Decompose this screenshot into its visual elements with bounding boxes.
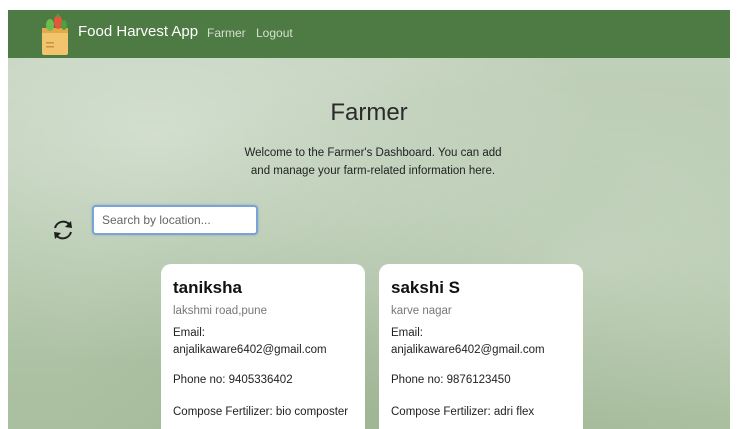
farmer-fertilizer: Compose Fertilizer: adri flex [391,406,535,418]
grocery-bag-icon [42,14,68,55]
nav-link-farmer[interactable]: Farmer [207,26,246,40]
farmer-email: anjalikaware6402@gmail.com [391,344,545,356]
farmer-name: taniksha [173,278,242,297]
farmer-location: lakshmi road,pune [173,305,267,317]
refresh-icon[interactable] [50,217,76,243]
farmer-phone: Phone no: 9405336402 [173,374,293,386]
page-title: Farmer [330,99,408,126]
email-label: Email: [173,327,205,339]
farmer-location: karve nagar [391,305,452,317]
farmer-card: taniksha lakshmi road,pune Email: anjali… [161,264,365,429]
farmer-phone: Phone no: 9876123450 [391,374,511,386]
navbar: Food Harvest App Farmer Logout [8,10,730,58]
farmer-card: sakshi S karve nagar Email: anjalikaware… [379,264,583,429]
page-subtitle: Welcome to the Farmer's Dashboard. You c… [244,147,502,177]
farmer-email: anjalikaware6402@gmail.com [173,344,327,356]
farmer-name: sakshi S [391,278,460,297]
email-label: Email: [391,327,423,339]
app-frame: Food Harvest App Farmer Logout Farmer We… [8,10,730,429]
search-input[interactable] [92,205,258,235]
nav-link-logout[interactable]: Logout [256,26,293,40]
app-brand[interactable]: Food Harvest App [78,23,198,40]
farmer-fertilizer: Compose Fertilizer: bio composter [173,406,349,418]
